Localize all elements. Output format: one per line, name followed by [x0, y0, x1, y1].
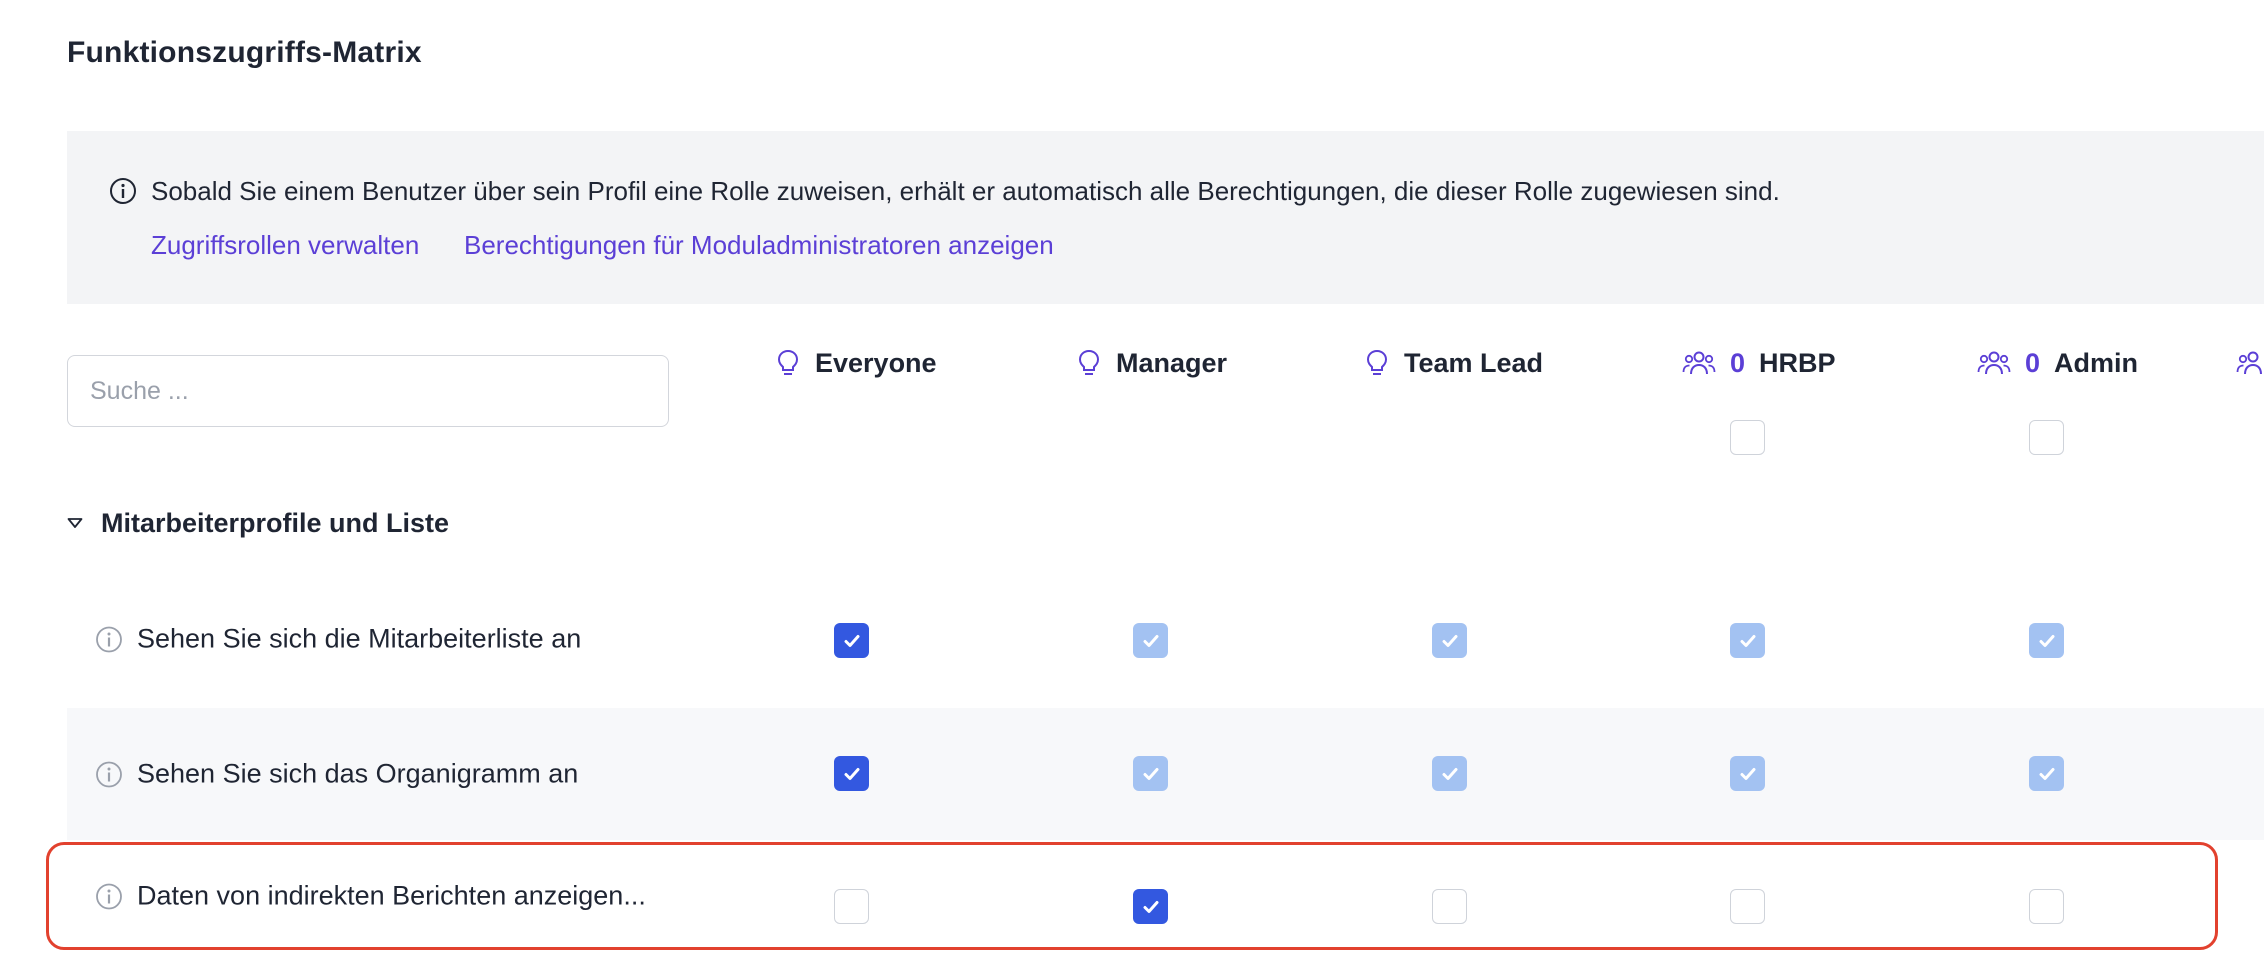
section-label: Mitarbeiterprofile und Liste — [101, 507, 450, 538]
permission-checkbox[interactable] — [834, 889, 869, 924]
people-group-icon — [1682, 351, 1716, 375]
search-input[interactable] — [67, 355, 669, 427]
permission-checkbox[interactable] — [1432, 623, 1467, 658]
lightbulb-icon — [777, 349, 799, 375]
permission-checkbox[interactable] — [1730, 756, 1765, 791]
manage-access-roles-link[interactable]: Zugriffsrollen verwalten — [151, 230, 419, 261]
banner-text: Sobald Sie einem Benutzer über sein Prof… — [151, 176, 1780, 206]
permission-label: Daten von indirekten Berichten anzeigen.… — [95, 881, 646, 912]
checkmark-icon — [844, 634, 859, 647]
permission-checkbox[interactable] — [1432, 756, 1467, 791]
checkmark-icon — [1740, 767, 1755, 780]
permission-label: Sehen Sie sich die Mitarbeiterliste an — [95, 624, 581, 655]
column-header-team-lead: Team Lead — [1364, 345, 1543, 381]
permission-checkbox[interactable] — [1133, 756, 1168, 791]
lightbulb-icon — [1078, 349, 1100, 375]
info-icon[interactable] — [95, 760, 123, 788]
checkmark-icon — [844, 767, 859, 780]
info-icon — [110, 178, 136, 204]
column-label: Manager — [1116, 347, 1228, 378]
select-all-admin-checkbox[interactable] — [2029, 420, 2064, 455]
permission-name: Sehen Sie sich das Organigramm an — [137, 758, 579, 789]
access-matrix-page: Funktionszugriffs-Matrix Sobald Sie eine… — [0, 0, 2264, 960]
info-icon[interactable] — [95, 882, 123, 910]
checkmark-icon — [1442, 767, 1457, 780]
checkmark-icon — [1740, 634, 1755, 647]
checkmark-icon — [1143, 634, 1158, 647]
column-label: Team Lead — [1404, 347, 1544, 378]
permission-checkbox[interactable] — [2029, 889, 2064, 924]
people-group-icon — [2236, 351, 2262, 375]
column-header-everyone: Everyone — [775, 345, 937, 381]
column-label: HRBP — [1759, 347, 1836, 378]
page-title: Funktionszugriffs-Matrix — [67, 36, 422, 69]
column-header-hrbp: 0 HRBP — [1682, 345, 1836, 381]
permission-checkbox[interactable] — [834, 623, 869, 658]
column-label: Everyone — [815, 347, 937, 378]
column-header-admin: 0 Admin — [1977, 345, 2138, 381]
permission-checkbox[interactable] — [2029, 623, 2064, 658]
checkmark-icon — [1143, 900, 1158, 913]
checkmark-icon — [1143, 767, 1158, 780]
checkmark-icon — [2039, 634, 2054, 647]
section-toggle-employee-profiles[interactable]: Mitarbeiterprofile und Liste — [67, 505, 449, 541]
member-count: 0 — [2025, 347, 2041, 378]
column-header-manager: Manager — [1076, 345, 1227, 381]
checkmark-icon — [1442, 634, 1457, 647]
permission-checkbox[interactable] — [1133, 623, 1168, 658]
permission-checkbox[interactable] — [2029, 756, 2064, 791]
permission-checkbox[interactable] — [1133, 889, 1168, 924]
people-group-icon — [1977, 351, 2011, 375]
caret-down-icon — [67, 518, 83, 528]
lightbulb-icon — [1366, 349, 1388, 375]
module-admin-permissions-link[interactable]: Berechtigungen für Moduladministratoren … — [464, 230, 1054, 261]
permission-label: Sehen Sie sich das Organigramm an — [95, 759, 578, 790]
info-icon[interactable] — [95, 625, 123, 653]
permission-checkbox[interactable] — [1730, 889, 1765, 924]
column-label: Admin — [2054, 347, 2139, 378]
permission-name: Daten von indirekten Berichten anzeigen.… — [137, 880, 646, 911]
member-count: 0 — [1730, 347, 1746, 378]
permission-checkbox[interactable] — [1432, 889, 1467, 924]
checkmark-icon — [2039, 767, 2054, 780]
info-banner — [67, 131, 2264, 304]
permission-checkbox[interactable] — [1730, 623, 1765, 658]
select-all-hrbp-checkbox[interactable] — [1730, 420, 1765, 455]
permission-checkbox[interactable] — [834, 756, 869, 791]
permission-name: Sehen Sie sich die Mitarbeiterliste an — [137, 623, 582, 654]
